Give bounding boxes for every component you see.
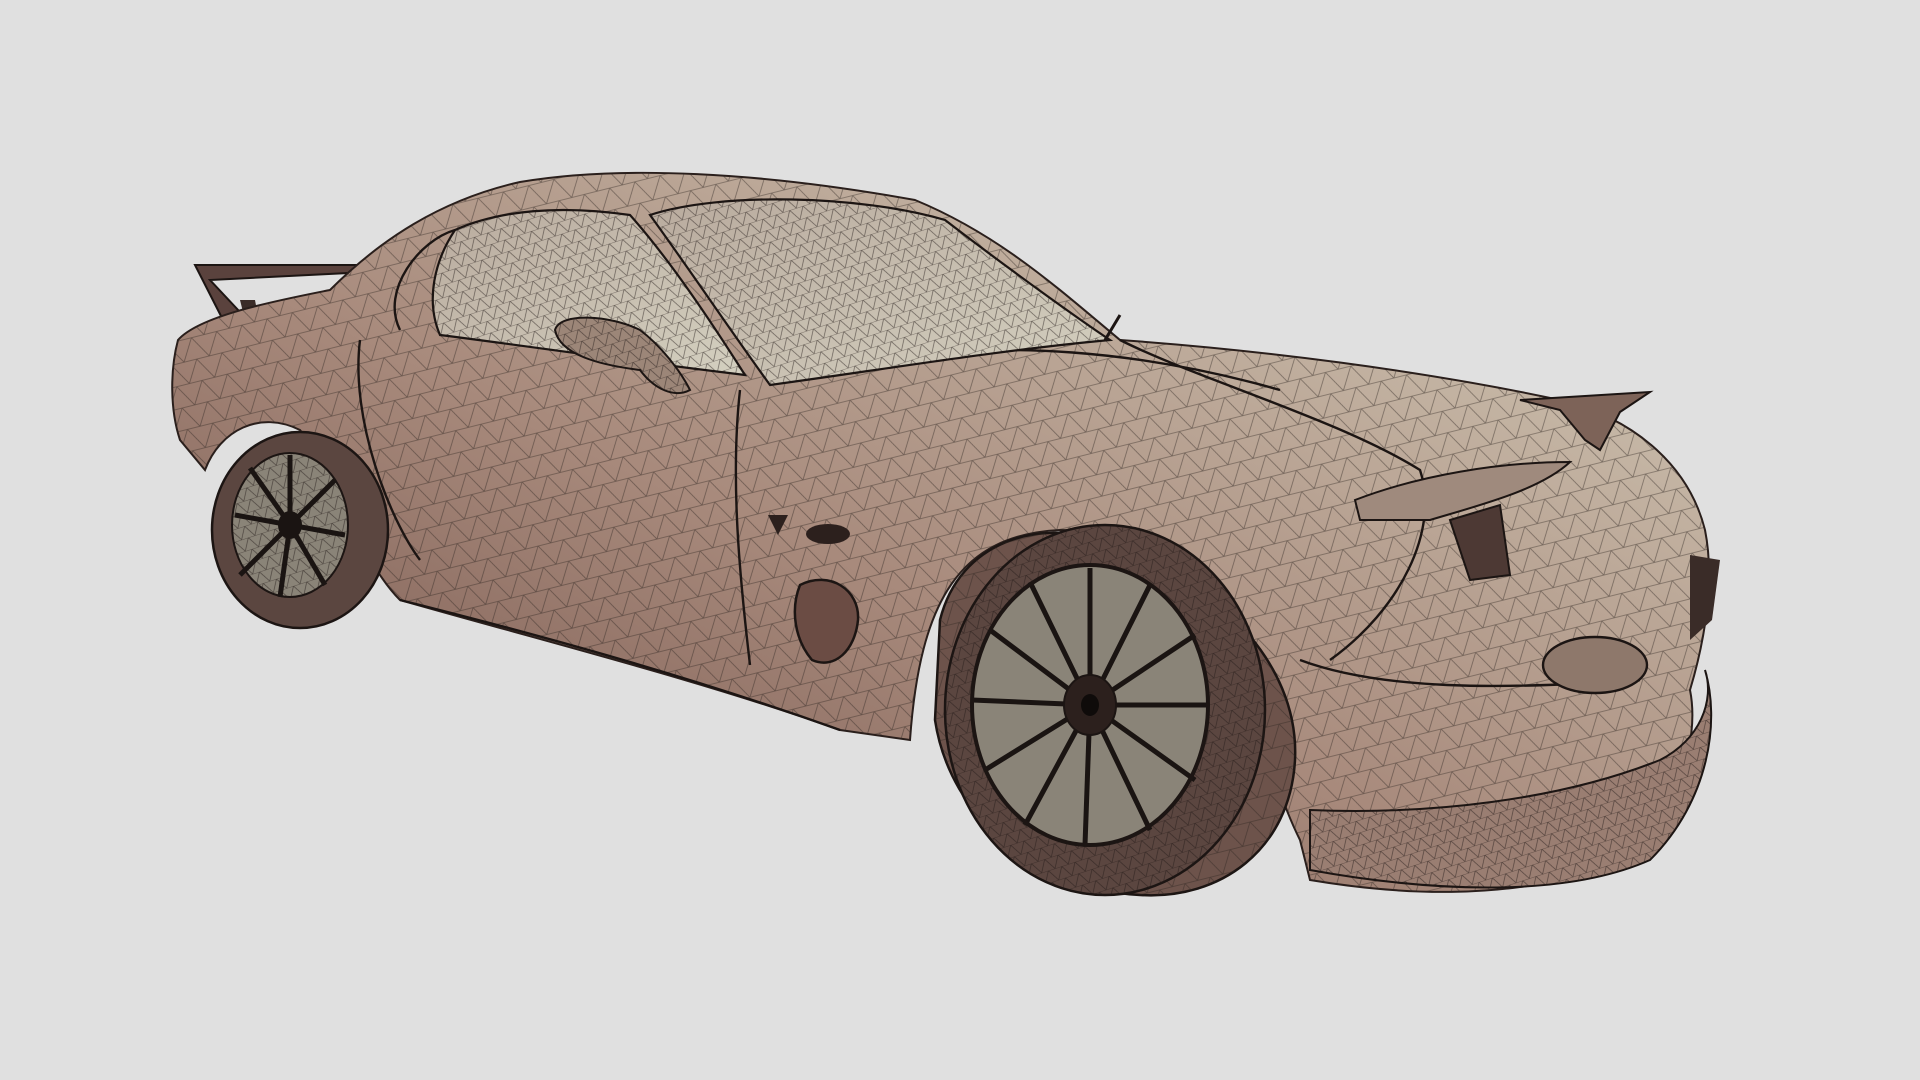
car-model-render [171, 171, 1720, 897]
rear-wheel [210, 430, 390, 630]
3d-viewport[interactable] [0, 0, 1920, 1080]
